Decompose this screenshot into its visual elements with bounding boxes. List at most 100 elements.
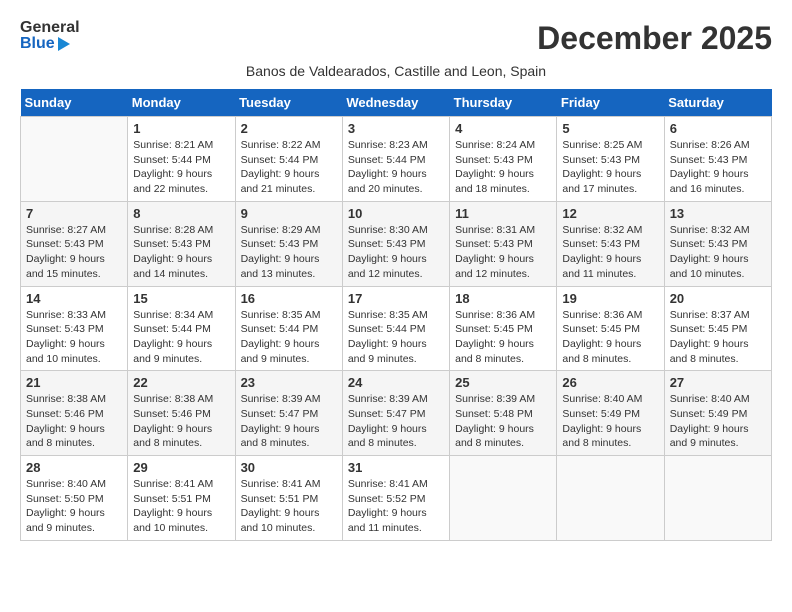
calendar-cell-w4-d3: 23 Sunrise: 8:39 AMSunset: 5:47 PMDaylig… — [235, 371, 342, 456]
day-info: Sunrise: 8:26 AMSunset: 5:43 PMDaylight:… — [670, 139, 750, 195]
calendar-cell-w5-d4: 31 Sunrise: 8:41 AMSunset: 5:52 PMDaylig… — [342, 456, 449, 541]
day-number: 30 — [241, 460, 337, 475]
day-number: 18 — [455, 291, 551, 306]
calendar-cell-w3-d7: 20 Sunrise: 8:37 AMSunset: 5:45 PMDaylig… — [664, 286, 771, 371]
location-subtitle: Banos de Valdearados, Castille and Leon,… — [20, 63, 772, 79]
calendar-cell-w4-d6: 26 Sunrise: 8:40 AMSunset: 5:49 PMDaylig… — [557, 371, 664, 456]
day-number: 25 — [455, 375, 551, 390]
day-number: 7 — [26, 206, 122, 221]
day-number: 15 — [133, 291, 229, 306]
calendar-cell-w3-d5: 18 Sunrise: 8:36 AMSunset: 5:45 PMDaylig… — [450, 286, 557, 371]
day-number: 20 — [670, 291, 766, 306]
header-thursday: Thursday — [450, 89, 557, 117]
calendar-cell-w5-d2: 29 Sunrise: 8:41 AMSunset: 5:51 PMDaylig… — [128, 456, 235, 541]
week-row-4: 21 Sunrise: 8:38 AMSunset: 5:46 PMDaylig… — [21, 371, 772, 456]
calendar-cell-w2-d5: 11 Sunrise: 8:31 AMSunset: 5:43 PMDaylig… — [450, 201, 557, 286]
calendar-cell-w1-d2: 1 Sunrise: 8:21 AMSunset: 5:44 PMDayligh… — [128, 117, 235, 202]
day-number: 5 — [562, 121, 658, 136]
calendar-cell-w3-d3: 16 Sunrise: 8:35 AMSunset: 5:44 PMDaylig… — [235, 286, 342, 371]
logo: General Blue — [20, 20, 80, 52]
day-number: 1 — [133, 121, 229, 136]
day-info: Sunrise: 8:40 AMSunset: 5:49 PMDaylight:… — [670, 393, 750, 449]
calendar-cell-w4-d1: 21 Sunrise: 8:38 AMSunset: 5:46 PMDaylig… — [21, 371, 128, 456]
header-wednesday: Wednesday — [342, 89, 449, 117]
day-info: Sunrise: 8:37 AMSunset: 5:45 PMDaylight:… — [670, 309, 750, 365]
day-number: 17 — [348, 291, 444, 306]
day-info: Sunrise: 8:32 AMSunset: 5:43 PMDaylight:… — [670, 224, 750, 280]
calendar-cell-w2-d6: 12 Sunrise: 8:32 AMSunset: 5:43 PMDaylig… — [557, 201, 664, 286]
day-info: Sunrise: 8:41 AMSunset: 5:51 PMDaylight:… — [241, 478, 321, 534]
header-saturday: Saturday — [664, 89, 771, 117]
day-number: 24 — [348, 375, 444, 390]
day-info: Sunrise: 8:38 AMSunset: 5:46 PMDaylight:… — [26, 393, 106, 449]
calendar-cell-w4-d2: 22 Sunrise: 8:38 AMSunset: 5:46 PMDaylig… — [128, 371, 235, 456]
day-info: Sunrise: 8:36 AMSunset: 5:45 PMDaylight:… — [455, 309, 535, 365]
week-row-3: 14 Sunrise: 8:33 AMSunset: 5:43 PMDaylig… — [21, 286, 772, 371]
header-monday: Monday — [128, 89, 235, 117]
month-year-title: December 2025 — [537, 20, 772, 57]
header-tuesday: Tuesday — [235, 89, 342, 117]
day-info: Sunrise: 8:35 AMSunset: 5:44 PMDaylight:… — [241, 309, 321, 365]
day-info: Sunrise: 8:40 AMSunset: 5:50 PMDaylight:… — [26, 478, 106, 534]
calendar-cell-w3-d6: 19 Sunrise: 8:36 AMSunset: 5:45 PMDaylig… — [557, 286, 664, 371]
day-info: Sunrise: 8:31 AMSunset: 5:43 PMDaylight:… — [455, 224, 535, 280]
calendar-cell-w4-d7: 27 Sunrise: 8:40 AMSunset: 5:49 PMDaylig… — [664, 371, 771, 456]
logo-blue-text: Blue — [20, 36, 55, 52]
calendar-cell-w3-d4: 17 Sunrise: 8:35 AMSunset: 5:44 PMDaylig… — [342, 286, 449, 371]
header-sunday: Sunday — [21, 89, 128, 117]
logo-general-text: General — [20, 20, 80, 36]
day-number: 14 — [26, 291, 122, 306]
calendar-cell-w1-d1 — [21, 117, 128, 202]
day-info: Sunrise: 8:24 AMSunset: 5:43 PMDaylight:… — [455, 139, 535, 195]
day-info: Sunrise: 8:36 AMSunset: 5:45 PMDaylight:… — [562, 309, 642, 365]
calendar-cell-w1-d6: 5 Sunrise: 8:25 AMSunset: 5:43 PMDayligh… — [557, 117, 664, 202]
day-info: Sunrise: 8:22 AMSunset: 5:44 PMDaylight:… — [241, 139, 321, 195]
day-number: 10 — [348, 206, 444, 221]
day-number: 22 — [133, 375, 229, 390]
day-info: Sunrise: 8:27 AMSunset: 5:43 PMDaylight:… — [26, 224, 106, 280]
day-info: Sunrise: 8:23 AMSunset: 5:44 PMDaylight:… — [348, 139, 428, 195]
calendar-cell-w5-d7 — [664, 456, 771, 541]
day-number: 16 — [241, 291, 337, 306]
calendar-cell-w2-d1: 7 Sunrise: 8:27 AMSunset: 5:43 PMDayligh… — [21, 201, 128, 286]
logo-arrow-icon — [58, 37, 70, 51]
day-number: 13 — [670, 206, 766, 221]
calendar-cell-w4-d5: 25 Sunrise: 8:39 AMSunset: 5:48 PMDaylig… — [450, 371, 557, 456]
week-row-2: 7 Sunrise: 8:27 AMSunset: 5:43 PMDayligh… — [21, 201, 772, 286]
day-number: 19 — [562, 291, 658, 306]
day-info: Sunrise: 8:39 AMSunset: 5:48 PMDaylight:… — [455, 393, 535, 449]
day-number: 21 — [26, 375, 122, 390]
calendar-cell-w1-d5: 4 Sunrise: 8:24 AMSunset: 5:43 PMDayligh… — [450, 117, 557, 202]
day-number: 29 — [133, 460, 229, 475]
day-number: 31 — [348, 460, 444, 475]
calendar-cell-w1-d7: 6 Sunrise: 8:26 AMSunset: 5:43 PMDayligh… — [664, 117, 771, 202]
day-info: Sunrise: 8:40 AMSunset: 5:49 PMDaylight:… — [562, 393, 642, 449]
day-number: 6 — [670, 121, 766, 136]
day-info: Sunrise: 8:33 AMSunset: 5:43 PMDaylight:… — [26, 309, 106, 365]
day-info: Sunrise: 8:21 AMSunset: 5:44 PMDaylight:… — [133, 139, 213, 195]
week-row-5: 28 Sunrise: 8:40 AMSunset: 5:50 PMDaylig… — [21, 456, 772, 541]
calendar-cell-w2-d4: 10 Sunrise: 8:30 AMSunset: 5:43 PMDaylig… — [342, 201, 449, 286]
day-number: 11 — [455, 206, 551, 221]
calendar-cell-w5-d5 — [450, 456, 557, 541]
day-info: Sunrise: 8:39 AMSunset: 5:47 PMDaylight:… — [241, 393, 321, 449]
day-info: Sunrise: 8:32 AMSunset: 5:43 PMDaylight:… — [562, 224, 642, 280]
page-container: General Blue December 2025 Banos de Vald… — [20, 20, 772, 541]
header-friday: Friday — [557, 89, 664, 117]
day-info: Sunrise: 8:28 AMSunset: 5:43 PMDaylight:… — [133, 224, 213, 280]
day-number: 27 — [670, 375, 766, 390]
day-info: Sunrise: 8:35 AMSunset: 5:44 PMDaylight:… — [348, 309, 428, 365]
day-info: Sunrise: 8:29 AMSunset: 5:43 PMDaylight:… — [241, 224, 321, 280]
calendar-cell-w2-d2: 8 Sunrise: 8:28 AMSunset: 5:43 PMDayligh… — [128, 201, 235, 286]
calendar-cell-w4-d4: 24 Sunrise: 8:39 AMSunset: 5:47 PMDaylig… — [342, 371, 449, 456]
calendar-table: Sunday Monday Tuesday Wednesday Thursday… — [20, 89, 772, 541]
day-number: 28 — [26, 460, 122, 475]
week-row-1: 1 Sunrise: 8:21 AMSunset: 5:44 PMDayligh… — [21, 117, 772, 202]
calendar-cell-w5-d6 — [557, 456, 664, 541]
calendar-cell-w3-d2: 15 Sunrise: 8:34 AMSunset: 5:44 PMDaylig… — [128, 286, 235, 371]
day-number: 12 — [562, 206, 658, 221]
calendar-cell-w5-d3: 30 Sunrise: 8:41 AMSunset: 5:51 PMDaylig… — [235, 456, 342, 541]
day-info: Sunrise: 8:25 AMSunset: 5:43 PMDaylight:… — [562, 139, 642, 195]
day-number: 2 — [241, 121, 337, 136]
day-info: Sunrise: 8:41 AMSunset: 5:52 PMDaylight:… — [348, 478, 428, 534]
